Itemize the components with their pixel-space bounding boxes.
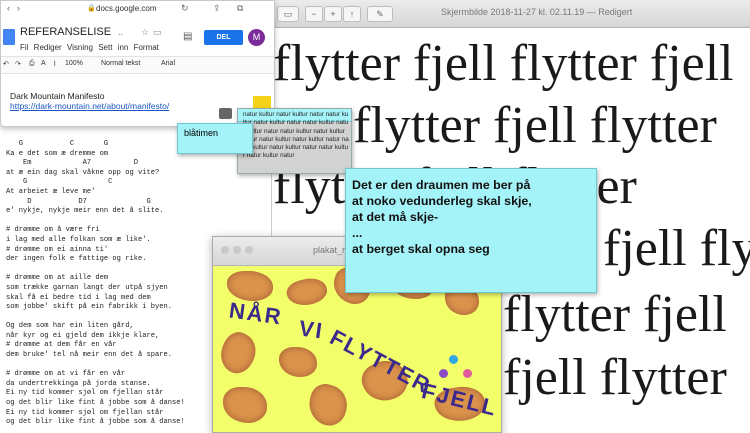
font-select[interactable]: Arial [161,60,175,67]
redo-icon[interactable]: ↷ [15,60,21,68]
sticky-note-text: natur kultur natur kultur natur natur ku… [243,111,349,160]
rock-image [213,327,263,379]
undo-icon[interactable]: ↶ [3,60,9,68]
share-icon[interactable]: ↑ [343,6,361,22]
paint-format-icon[interactable]: ⌇ [53,60,56,68]
star-icon[interactable]: ☆ [141,27,149,38]
back-icon[interactable]: ‹ [7,3,10,13]
preview-titlebar[interactable]: ▭ − + ↑ ✎ Skjermbilde 2018-11-27 kl. 02.… [271,0,750,28]
rock-image [284,274,330,310]
url-bar[interactable]: docs.google.com [96,4,156,13]
zoom-select[interactable]: 100% [65,60,83,67]
big-text-line: flytter fjell flytter [353,97,717,154]
zoom-in-icon[interactable]: + [324,6,342,22]
rock-image [304,380,352,430]
dot [439,369,448,378]
spellcheck-icon[interactable]: A [41,60,46,67]
quote-line: at berget skal opna seg [352,242,490,256]
doc-title[interactable]: REFERANSELISE [20,26,111,38]
scroll-marker [253,96,271,108]
rock-image [227,271,273,301]
docs-logo-icon [3,29,15,45]
forward-icon[interactable]: › [17,3,20,13]
maximize-button[interactable] [245,246,253,254]
docs-toolbar: ↶ ↷ ⎙ A ⌇ 100% Normal tekst Arial [1,56,274,74]
minimize-button[interactable] [233,246,241,254]
poster-word: VI [297,315,326,344]
big-text-line: flytter fjell [503,286,727,343]
print-icon[interactable]: ⎙ [29,60,35,68]
quote-line: Det er den draumen me ber på [352,178,531,192]
sticky-note-natur-kultur[interactable]: natur kultur natur kultur natur natur ku… [237,108,352,174]
rock-image [223,387,267,423]
add-comment-icon[interactable] [219,108,232,119]
doc-body-title: Dark Mountain Manifesto [10,91,105,101]
folder-icon[interactable]: ▭ [153,27,162,38]
sticky-note-quote[interactable]: Det er den draumen me ber på at noko ved… [345,168,597,293]
sidebar-toggle-icon[interactable]: ▭ [277,6,299,22]
sticky-note-text: blåtimen [184,128,219,138]
share-icon[interactable]: ⇪ [213,3,221,14]
share-button-label: DEL [216,34,231,41]
doc-body-link[interactable]: https://dark-mountain.net/about/manifest… [10,101,169,111]
poster-word: NÅR [227,297,285,330]
style-select[interactable]: Normal tekst [101,60,140,67]
big-text-line: fjell flytter [503,349,727,406]
big-text-line: fjell flytter [603,220,750,277]
big-text-line: flytter fjell flytter fjell [273,35,734,92]
dot [463,369,472,378]
tabs-icon[interactable]: ⧉ [237,3,243,14]
rock-image [279,347,317,377]
sticky-note-blatimen[interactable]: blåtimen [177,123,253,154]
reload-icon[interactable]: ↻ [181,3,189,14]
menu-bar[interactable]: Fil Rediger Visning Sett inn Format [20,43,159,52]
comments-icon[interactable]: ▤ [183,31,192,42]
quote-line: ... [352,226,363,240]
google-docs-window: ‹ › 🔒 docs.google.com ↻ ⇪ ⧉ REFERANSELIS… [0,0,275,127]
dot [449,355,458,364]
close-button[interactable] [221,246,229,254]
preview-title: Skjermbilde 2018-11-27 kl. 02.11.19 — Re… [441,7,633,17]
lock-icon: 🔒 [87,5,96,12]
avatar[interactable]: M [248,29,265,46]
zoom-out-icon[interactable]: − [305,6,323,22]
share-button[interactable]: DEL [204,30,243,45]
markup-icon[interactable]: ✎ [367,6,393,22]
more-icon[interactable]: .. [118,27,123,37]
quote-line: at noko vedunderleg skal skje, [352,194,532,208]
quote-line: at det må skje- [352,210,439,224]
